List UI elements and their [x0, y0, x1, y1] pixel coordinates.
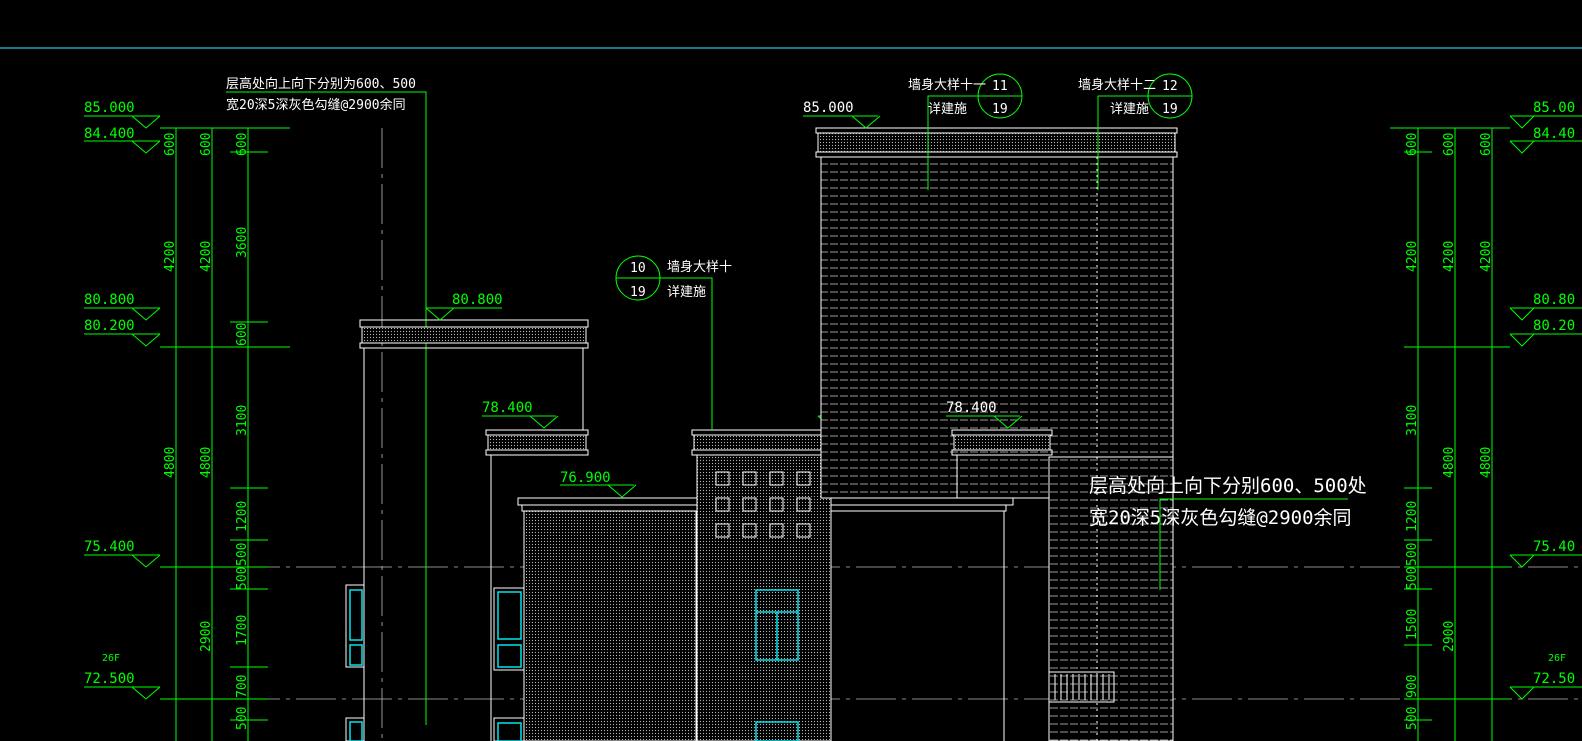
- svg-text:80.80: 80.80: [1533, 292, 1575, 308]
- svg-text:600: 600: [199, 133, 214, 156]
- svg-text:4200: 4200: [1479, 241, 1494, 272]
- detail-callout-10: 10 19 墙身大样十 详建施: [615, 255, 732, 430]
- svg-text:墙身大样十一: 墙身大样十一: [908, 77, 986, 93]
- svg-text:1700: 1700: [235, 615, 250, 646]
- svg-text:80.20: 80.20: [1533, 318, 1575, 334]
- svg-text:500: 500: [235, 543, 250, 566]
- svg-text:900: 900: [1405, 675, 1420, 698]
- svg-text:1200: 1200: [1405, 501, 1420, 532]
- left-note-leader: [226, 91, 427, 725]
- svg-text:10: 10: [630, 261, 646, 276]
- svg-text:4800: 4800: [199, 447, 214, 478]
- right-elevation-labels: 85.00 84.40 80.80 80.20 75.40 72.50 26F: [1533, 100, 1575, 687]
- svg-text:85.000: 85.000: [803, 100, 854, 116]
- svg-text:600: 600: [1405, 133, 1420, 156]
- svg-text:700: 700: [235, 675, 250, 698]
- svg-text:3100: 3100: [1405, 405, 1420, 436]
- svg-text:78.400: 78.400: [946, 400, 997, 416]
- svg-text:500: 500: [1405, 567, 1420, 590]
- svg-text:4800: 4800: [163, 447, 178, 478]
- svg-text:600: 600: [163, 133, 178, 156]
- svg-text:600: 600: [235, 323, 250, 346]
- elev-84400-left: 84.400: [84, 126, 135, 142]
- svg-text:19: 19: [630, 285, 646, 300]
- elevation-drawing: 85.000 84.400 80.800 80.200 75.400 72.50…: [0, 47, 1582, 741]
- svg-text:26F: 26F: [1548, 653, 1566, 664]
- svg-text:19: 19: [1162, 102, 1178, 117]
- svg-text:墙身大样十二: 墙身大样十二: [1078, 77, 1156, 93]
- svg-text:层高处向上向下分别为600、500: 层高处向上向下分别为600、500: [226, 76, 416, 92]
- svg-text:4800: 4800: [1479, 447, 1494, 478]
- svg-text:详建施: 详建施: [667, 285, 706, 300]
- svg-text:4800: 4800: [1442, 447, 1457, 478]
- svg-text:4200: 4200: [1405, 241, 1420, 272]
- svg-text:11: 11: [992, 79, 1008, 94]
- elev-85000-left: 85.000: [84, 100, 135, 116]
- svg-text:76.900: 76.900: [560, 470, 611, 486]
- svg-text:2900: 2900: [1442, 621, 1457, 652]
- svg-text:4200: 4200: [163, 241, 178, 272]
- svg-text:72.50: 72.50: [1533, 671, 1575, 687]
- svg-text:600: 600: [1442, 133, 1457, 156]
- svg-text:12: 12: [1162, 79, 1178, 94]
- svg-text:19: 19: [992, 102, 1008, 117]
- svg-text:80.800: 80.800: [452, 292, 503, 308]
- svg-text:85.00: 85.00: [1533, 100, 1575, 116]
- svg-text:3600: 3600: [235, 227, 250, 258]
- svg-text:84.40: 84.40: [1533, 126, 1575, 142]
- elev-75400-left: 75.400: [84, 539, 135, 555]
- svg-text:墙身大样十: 墙身大样十: [667, 259, 732, 275]
- left-dimension-lines: [84, 115, 290, 741]
- svg-text:3100: 3100: [235, 405, 250, 436]
- svg-text:75.40: 75.40: [1533, 539, 1575, 555]
- elev-80800-left: 80.800: [84, 292, 135, 308]
- svg-text:600: 600: [1479, 133, 1494, 156]
- elev-80200-left: 80.200: [84, 318, 135, 334]
- svg-text:600: 600: [235, 133, 250, 156]
- svg-text:层高处向上向下分别600、500处: 层高处向上向下分别600、500处: [1089, 475, 1367, 497]
- svg-text:详建施: 详建施: [1110, 102, 1149, 117]
- left-elevation-labels: 85.000 84.400 80.800 80.200 75.400 72.50…: [84, 100, 135, 687]
- svg-text:500: 500: [1405, 543, 1420, 566]
- svg-text:500: 500: [1405, 707, 1420, 730]
- svg-text:4200: 4200: [1442, 241, 1457, 272]
- svg-text:78.400: 78.400: [482, 400, 533, 416]
- svg-text:500: 500: [235, 567, 250, 590]
- tall-tower: 85.000: [803, 100, 1178, 741]
- svg-text:1200: 1200: [235, 501, 250, 532]
- svg-text:1500: 1500: [1405, 609, 1420, 640]
- svg-text:4200: 4200: [199, 241, 214, 272]
- svg-text:宽20深5深灰色勾缝@2900余同: 宽20深5深灰色勾缝@2900余同: [226, 97, 406, 113]
- svg-text:500: 500: [235, 707, 250, 730]
- left-note: 层高处向上向下分别为600、500 宽20深5深灰色勾缝@2900余同: [226, 76, 416, 113]
- elev-72500-left: 72.500: [84, 671, 135, 687]
- svg-text:宽20深5深灰色勾缝@2900余同: 宽20深5深灰色勾缝@2900余同: [1089, 507, 1352, 529]
- svg-text:详建施: 详建施: [928, 102, 967, 117]
- svg-text:2900: 2900: [199, 621, 214, 652]
- floor-label-left: 26F: [102, 653, 120, 664]
- elev-80800-roof-marker: 80.800: [425, 292, 503, 321]
